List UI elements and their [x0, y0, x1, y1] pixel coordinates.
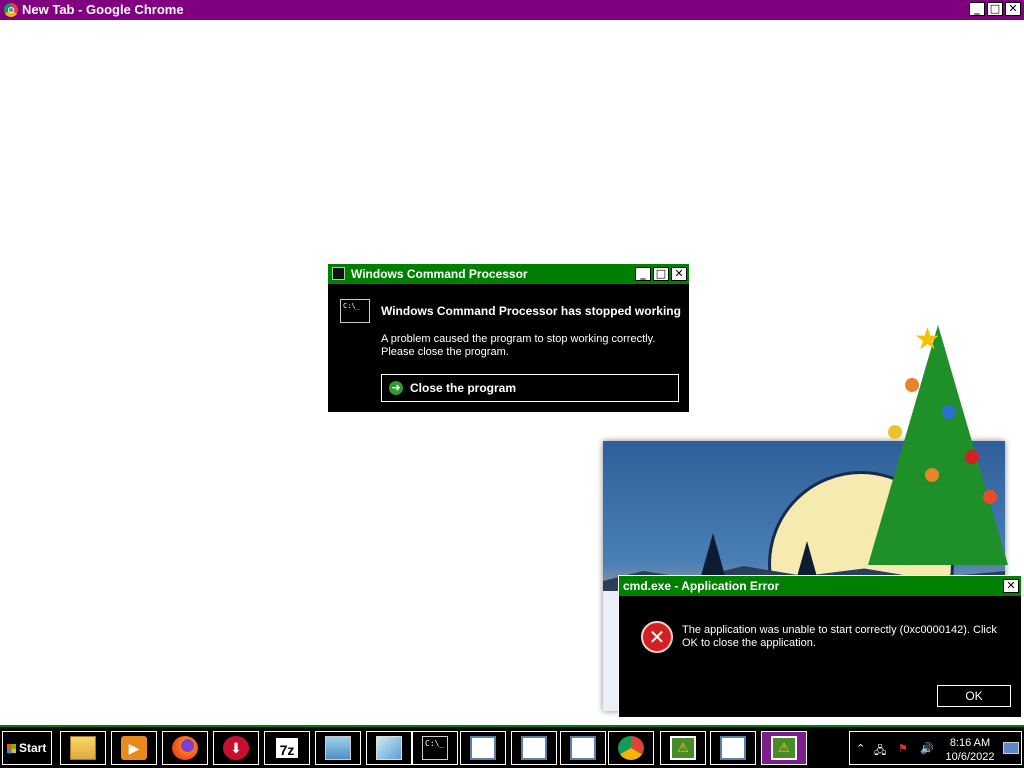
dialog-close-button[interactable]: ✕ — [671, 267, 687, 281]
ornament — [905, 378, 919, 392]
green-arrow-icon: ➜ — [389, 381, 403, 395]
warning-window-icon: ⚠ — [670, 736, 696, 760]
taskbar-editor[interactable] — [366, 731, 412, 765]
download-manager-icon: ⬇ — [223, 736, 249, 760]
star-icon: ★ — [914, 322, 941, 357]
clock[interactable]: 8:16 AM 10/6/2022 — [940, 736, 1000, 764]
ornament — [965, 450, 979, 464]
taskbar-window[interactable] — [710, 731, 756, 765]
window-title: New Tab - Google Chrome — [22, 2, 184, 17]
windows-logo-icon — [7, 744, 16, 753]
dialog-message-line1: A problem caused the program to stop wor… — [381, 333, 656, 345]
taskbar: Start ▶ ⬇ 7z C:\_ ⚠ ⚠ ⌃ � — [0, 725, 1024, 768]
action-center-flag-icon[interactable]: ⚑ — [898, 742, 908, 755]
editor-icon — [376, 736, 402, 760]
clock-date: 10/6/2022 — [945, 751, 995, 763]
ornament — [983, 490, 997, 504]
taskbar-7zip[interactable]: 7z — [264, 731, 310, 765]
dialog-message: A problem caused the program to stop wor… — [381, 333, 681, 359]
error-window-controls: ✕ — [1003, 579, 1019, 593]
taskbar-window[interactable] — [560, 731, 606, 765]
taskbar-chrome[interactable] — [608, 731, 654, 765]
volume-icon[interactable]: 🔊 — [920, 742, 934, 755]
taskbar-download-manager[interactable]: ⬇ — [213, 731, 259, 765]
christmas-tree-image — [868, 325, 1008, 565]
close-program-label: Close the program — [410, 381, 517, 395]
clock-time: 8:16 AM — [949, 737, 991, 749]
close-program-button[interactable]: ➜ Close the program — [381, 374, 679, 402]
error-dialog-title: cmd.exe - Application Error — [623, 579, 780, 593]
cmd-stopped-dialog: Windows Command Processor _ □ ✕ C:\_ Win… — [327, 263, 690, 413]
taskbar-media-player[interactable]: ▶ — [111, 731, 157, 765]
window-controls: _ □ ✕ — [969, 2, 1021, 16]
chrome-title-bar: New Tab - Google Chrome _ □ ✕ — [0, 0, 1024, 20]
window-icon — [470, 736, 496, 760]
dialog-maximize-button[interactable]: □ — [653, 267, 669, 281]
taskbar-warning-window-active[interactable]: ⚠ — [761, 731, 807, 765]
taskbar-firefox[interactable] — [162, 731, 208, 765]
ornament — [942, 405, 956, 419]
dialog-message-line2: Please close the program. — [381, 346, 509, 358]
show-desktop-icon[interactable] — [1003, 742, 1019, 754]
warning-window-icon: ⚠ — [771, 736, 797, 760]
firefox-icon — [172, 736, 198, 760]
taskbar-notepad[interactable] — [315, 731, 361, 765]
dialog-title: Windows Command Processor — [351, 267, 528, 281]
7zip-icon: 7z — [274, 736, 300, 760]
media-player-icon: ▶ — [121, 736, 147, 760]
ok-button[interactable]: OK — [937, 685, 1011, 707]
dialog-window-controls: _ □ ✕ — [635, 267, 687, 281]
window-icon — [521, 736, 547, 760]
error-close-button[interactable]: ✕ — [1003, 579, 1019, 593]
window-icon — [570, 736, 596, 760]
dialog-title-bar: Windows Command Processor _ □ ✕ — [328, 264, 689, 284]
error-title-bar: cmd.exe - Application Error ✕ — [619, 576, 1021, 596]
ornament — [888, 425, 902, 439]
minimize-button[interactable]: _ — [969, 2, 985, 16]
maximize-button[interactable]: □ — [987, 2, 1003, 16]
chrome-icon — [618, 736, 644, 760]
taskbar-window[interactable] — [460, 731, 506, 765]
error-icon: ✕ — [641, 621, 673, 653]
cmd-program-icon: C:\_ — [340, 299, 370, 323]
cmd-window-icon — [332, 267, 345, 280]
start-label: Start — [19, 741, 47, 755]
taskbar-cmd[interactable]: C:\_ — [412, 731, 458, 765]
ornament — [925, 468, 939, 482]
start-button[interactable]: Start — [2, 731, 52, 765]
taskbar-file-explorer[interactable] — [60, 731, 106, 765]
show-hidden-icons-chevron-icon[interactable]: ⌃ — [856, 742, 865, 755]
notepad-icon — [325, 736, 351, 760]
network-icon[interactable]: 🖧 — [874, 742, 886, 761]
taskbar-warning-window[interactable]: ⚠ — [660, 731, 706, 765]
chrome-logo-icon — [4, 3, 18, 17]
window-icon — [720, 736, 746, 760]
error-message: The application was unable to start corr… — [682, 624, 997, 649]
application-error-dialog: cmd.exe - Application Error ✕ ✕ The appl… — [618, 575, 1022, 718]
system-tray: ⌃ 🖧 ⚑ 🔊 8:16 AM 10/6/2022 — [849, 731, 1022, 765]
cmd-icon: C:\_ — [422, 736, 448, 760]
dialog-minimize-button[interactable]: _ — [635, 267, 651, 281]
dialog-headline: Windows Command Processor has stopped wo… — [381, 304, 681, 318]
taskbar-window[interactable] — [511, 731, 557, 765]
close-button[interactable]: ✕ — [1005, 2, 1021, 16]
file-explorer-icon — [70, 736, 96, 760]
